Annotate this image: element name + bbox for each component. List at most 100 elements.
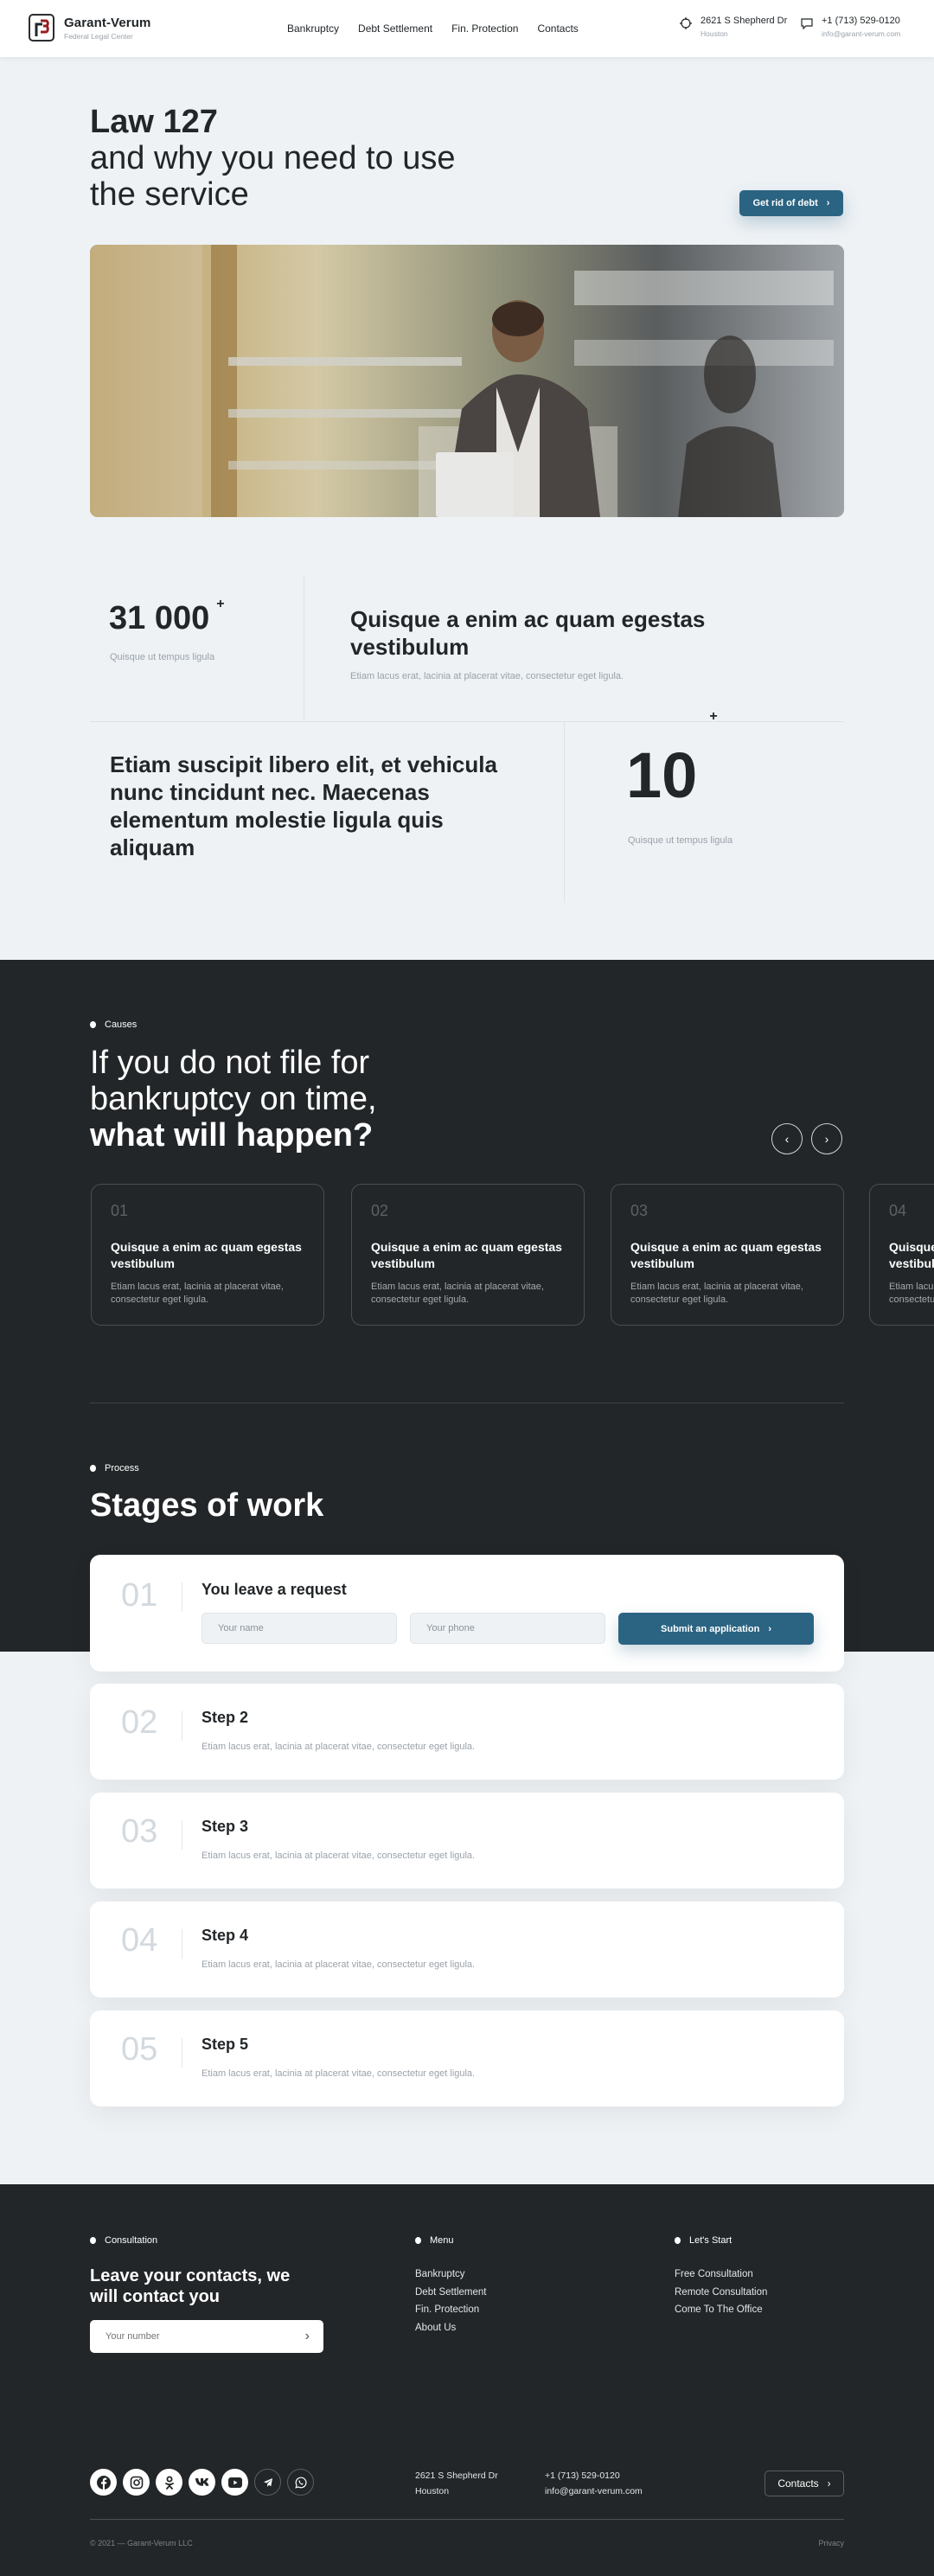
menu-label-text: Menu xyxy=(430,2235,454,2246)
carousel-next-button[interactable]: › xyxy=(811,1123,842,1154)
hero-title-line2: and why you need to use xyxy=(90,140,456,176)
step-text: Etiam lacus erat, lacinia at placerat vi… xyxy=(202,2068,476,2079)
footer-address-line2: Houston xyxy=(415,2486,450,2496)
header-address-line1: 2621 S Shepherd Dr xyxy=(700,16,788,26)
bullet-icon xyxy=(675,2237,681,2244)
header-email[interactable]: info@garant-verum.com xyxy=(822,29,900,38)
social-links xyxy=(90,2469,314,2496)
submit-application-label: Submit an application xyxy=(661,1623,760,1634)
bullet-icon xyxy=(90,1465,96,1472)
footer-link-fin-protection[interactable]: Fin. Protection xyxy=(415,2301,486,2319)
copyright: © 2021 — Garant-Verum LLC xyxy=(90,2539,193,2547)
submit-application-button[interactable]: Submit an application › xyxy=(618,1613,814,1645)
stats-block2-title: Etiam suscipit libero elit, et vehicula … xyxy=(110,751,497,860)
brand[interactable]: Garant-Verum Federal Legal Center xyxy=(64,16,150,41)
stats-section: 31 000 + Quisque ut tempus ligula Quisque… xyxy=(90,574,844,903)
chevron-right-icon: › xyxy=(824,1132,829,1146)
cause-card-title: Quisque a enim ac quam egestas vestibulu… xyxy=(371,1240,562,1270)
cause-card: 01 Quisque a enim ac quam egestas vestib… xyxy=(91,1184,324,1326)
cause-card: 02 Quisque a enim ac quam egestas vestib… xyxy=(351,1184,585,1326)
phone-input[interactable] xyxy=(410,1613,605,1644)
process-label: Process xyxy=(90,1463,139,1473)
step-card: 02 Step 2 Etiam lacus erat, lacinia at p… xyxy=(90,1684,844,1780)
cause-card-number: 03 xyxy=(630,1202,649,1219)
footer-link-free-consultation[interactable]: Free Consultation xyxy=(675,2266,767,2284)
step-text: Etiam lacus erat, lacinia at placerat vi… xyxy=(202,1742,476,1752)
step-card: 03 Step 3 Etiam lacus erat, lacinia at p… xyxy=(90,1793,844,1889)
cause-card-number: 04 xyxy=(889,1202,907,1219)
main-nav: Bankruptcy Debt Settlement Fin. Protecti… xyxy=(287,22,598,35)
nav-contacts[interactable]: Contacts xyxy=(537,22,578,35)
name-input[interactable] xyxy=(202,1613,397,1644)
footer-link-bankruptcy[interactable]: Bankruptcy xyxy=(415,2266,486,2284)
step-title: Step 5 xyxy=(202,2036,249,2053)
header-phone[interactable]: +1 (713) 529-0120 xyxy=(822,16,900,26)
footer-phone[interactable]: +1 (713) 529-0120 xyxy=(545,2468,643,2483)
chevron-right-icon: › xyxy=(827,2477,831,2490)
step-number: 03 xyxy=(121,1813,158,1850)
stat-years: 10 + xyxy=(626,709,718,812)
step-text: Etiam lacus erat, lacinia at placerat vi… xyxy=(202,1959,476,1970)
cause-card-text: Etiam lacus erat, lacinia at placerat vi… xyxy=(889,1282,934,1305)
footer-address: 2621 S Shepherd Dr Houston xyxy=(415,2468,498,2499)
phone-number-form: › xyxy=(90,2320,323,2353)
step-number: 04 xyxy=(121,1922,158,1959)
nav-bankruptcy[interactable]: Bankruptcy xyxy=(287,22,339,35)
step-number: 02 xyxy=(121,1704,158,1741)
footer-link-debt-settlement[interactable]: Debt Settlement xyxy=(415,2284,486,2302)
header-address-line2: Houston xyxy=(700,29,728,38)
step-title: You leave a request xyxy=(202,1581,347,1598)
footer-link-remote-consultation[interactable]: Remote Consultation xyxy=(675,2284,767,2302)
nav-debt-settlement[interactable]: Debt Settlement xyxy=(358,22,432,35)
cause-card: 04 Quisque a enim ac quam egestas vestib… xyxy=(869,1184,934,1326)
footer-contact-info: +1 (713) 529-0120 info@garant-verum.com xyxy=(545,2468,643,2499)
facebook-icon[interactable] xyxy=(90,2469,117,2496)
footer-divider xyxy=(90,2519,844,2520)
chevron-right-icon: › xyxy=(768,1623,771,1634)
consultation-title: Leave your contacts, we will contact you xyxy=(90,2266,291,2306)
whatsapp-icon[interactable] xyxy=(287,2469,314,2496)
odnoklassniki-icon[interactable] xyxy=(156,2469,182,2496)
stat-clients-caption: Quisque ut tempus ligula xyxy=(110,652,215,662)
cause-card-number: 01 xyxy=(111,1202,129,1219)
footer-menu: Bankruptcy Debt Settlement Fin. Protecti… xyxy=(415,2266,486,2336)
footer-address-line1: 2621 S Shepherd Dr xyxy=(415,2471,498,2481)
step-title: Step 2 xyxy=(202,1709,249,1726)
step-title: Step 4 xyxy=(202,1927,249,1944)
stat-years-value: 10 xyxy=(626,739,698,811)
cause-card-text: Etiam lacus erat, lacinia at placerat vi… xyxy=(630,1282,803,1305)
footer-email[interactable]: info@garant-verum.com xyxy=(545,2483,643,2499)
header-address: 2621 S Shepherd Dr Houston xyxy=(680,16,787,38)
causes-title-line2: bankruptcy on time, xyxy=(90,1081,377,1117)
cause-card-title: Quisque a enim ac quam egestas vestibulu… xyxy=(111,1240,302,1270)
telegram-icon[interactable] xyxy=(254,2469,281,2496)
consultation-label-text: Consultation xyxy=(105,2235,158,2246)
privacy-link[interactable]: Privacy xyxy=(818,2539,844,2547)
causes-title-line1: If you do not file for xyxy=(90,1045,370,1081)
footer-link-about-us[interactable]: About Us xyxy=(415,2319,486,2337)
cause-card-text: Etiam lacus erat, lacinia at placerat vi… xyxy=(371,1282,544,1305)
youtube-icon[interactable] xyxy=(221,2469,248,2496)
stat-clients: 31 000 + xyxy=(109,597,225,637)
causes-label-text: Causes xyxy=(105,1020,138,1030)
nav-fin-protection[interactable]: Fin. Protection xyxy=(451,22,518,35)
chevron-right-icon[interactable]: › xyxy=(305,2329,310,2344)
contacts-button-label: Contacts xyxy=(777,2477,819,2490)
contacts-button[interactable]: Contacts › xyxy=(764,2471,844,2496)
get-rid-of-debt-button[interactable]: Get rid of debt › xyxy=(739,190,843,216)
bullet-icon xyxy=(415,2237,421,2244)
carousel-prev-button[interactable]: ‹ xyxy=(771,1123,803,1154)
instagram-icon[interactable] xyxy=(123,2469,150,2496)
phone-number-input[interactable] xyxy=(106,2331,278,2342)
footer-start-list: Free Consultation Remote Consultation Co… xyxy=(675,2266,767,2319)
brand-name: Garant-Verum xyxy=(64,16,151,30)
chat-icon xyxy=(801,18,813,29)
step-title: Step 3 xyxy=(202,1818,249,1835)
stat-years-suffix: + xyxy=(709,709,718,724)
step-card: 05 Step 5 Etiam lacus erat, lacinia at p… xyxy=(90,2010,844,2106)
get-rid-of-debt-label: Get rid of debt xyxy=(752,198,818,208)
chevron-left-icon: ‹ xyxy=(784,1132,790,1146)
vk-icon[interactable] xyxy=(189,2469,215,2496)
logo-icon[interactable] xyxy=(29,14,54,42)
footer-link-come-to-office[interactable]: Come To The Office xyxy=(675,2301,767,2319)
